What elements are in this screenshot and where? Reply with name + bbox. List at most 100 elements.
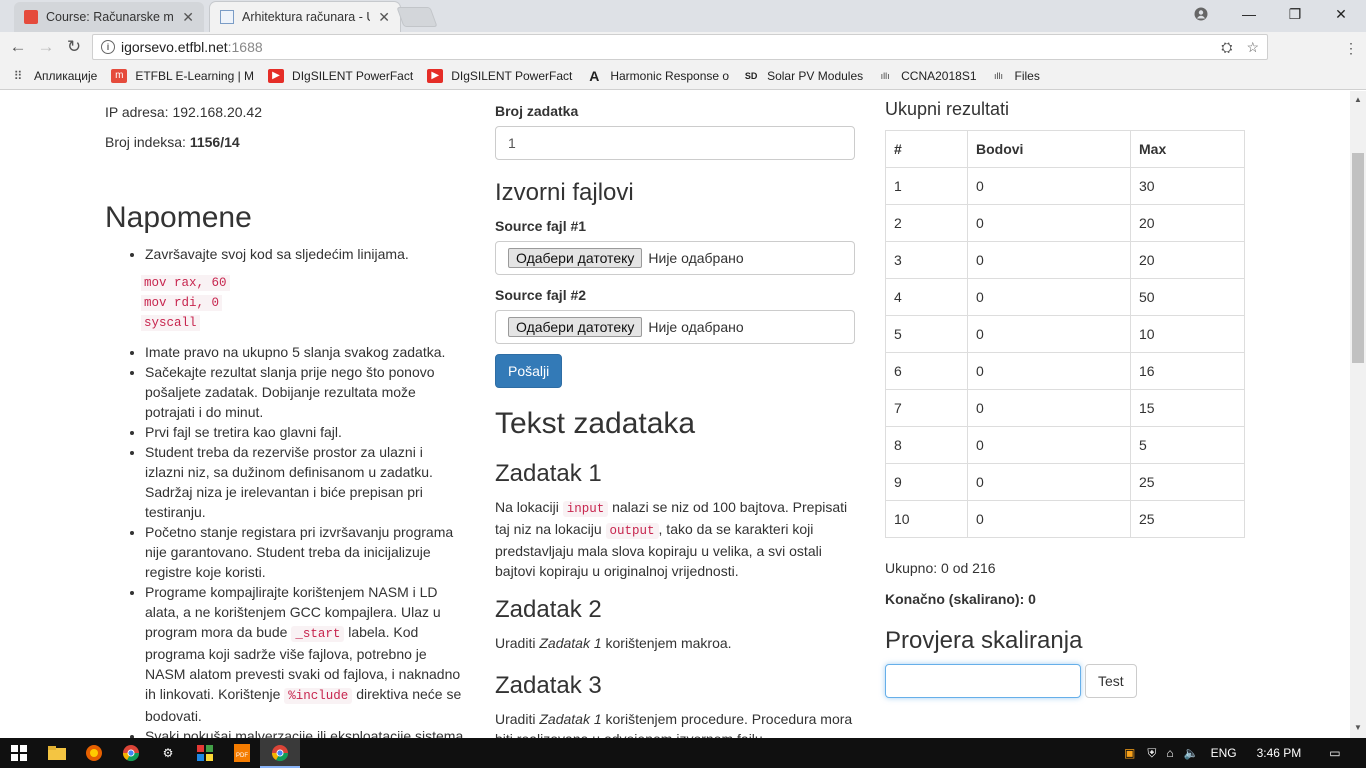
source-file-1-label: Source fajl #1 bbox=[495, 218, 587, 234]
task-text: korištenjem makroa. bbox=[601, 635, 732, 651]
reload-icon[interactable]: ↻ bbox=[60, 33, 88, 61]
table-cell: 0 bbox=[967, 204, 1131, 242]
source-files-title: Izvorni fajlovi bbox=[495, 179, 634, 206]
bookmark-label: CCNA2018S1 bbox=[901, 68, 977, 83]
youtube-icon: ▶ bbox=[268, 68, 285, 83]
bookmark-ccna[interactable]: ıllı CCNA2018S1 bbox=[877, 68, 977, 83]
task-number-input[interactable]: 1 bbox=[495, 126, 855, 160]
table-cell: 10 bbox=[1130, 315, 1245, 353]
address-bar[interactable]: i igorsevo.etfbl.net:1688 ⛭ ☆ bbox=[92, 34, 1268, 60]
windows-taskbar: ⚙ PDF ▣ ⛨ ⌂ 🔈 ENG 3:46 PM ▭ bbox=[0, 738, 1366, 768]
notification-app-icon[interactable]: ▣ bbox=[1124, 746, 1135, 760]
test-button[interactable]: Test bbox=[1085, 664, 1137, 698]
new-tab-button[interactable] bbox=[396, 7, 438, 27]
menu-icon[interactable]: ⋮ bbox=[1344, 40, 1358, 57]
maximize-icon[interactable]: ❐ bbox=[1272, 0, 1318, 28]
pdf-icon[interactable]: PDF bbox=[232, 743, 252, 763]
table-cell: 2 bbox=[885, 204, 968, 242]
table-cell: 25 bbox=[1130, 463, 1245, 501]
table-cell: 20 bbox=[1130, 241, 1245, 279]
info-icon[interactable]: i bbox=[101, 40, 115, 54]
bookmark-etfbl[interactable]: m ETFBL E-Learning | M bbox=[111, 68, 255, 83]
submit-button[interactable]: Pošalji bbox=[495, 354, 563, 388]
svg-text:PDF: PDF bbox=[236, 753, 248, 759]
bookmark-solar[interactable]: SD Solar PV Modules bbox=[743, 69, 863, 83]
chrome-active-icon[interactable] bbox=[270, 743, 290, 763]
code-line: mov rax, 60 bbox=[141, 275, 230, 291]
table-row: 10 0 25 bbox=[885, 500, 1245, 538]
task-number-value: 1 bbox=[508, 135, 516, 151]
table-row: 5 0 10 bbox=[885, 315, 1245, 353]
chrome-icon[interactable] bbox=[121, 743, 141, 763]
notes-title: Napomene bbox=[105, 201, 252, 234]
task-1-text: Na lokaciji input nalazi se niz od 100 b… bbox=[495, 497, 855, 581]
volume-icon[interactable]: 🔈 bbox=[1184, 746, 1199, 760]
bookmark-harmonic[interactable]: A Harmonic Response o bbox=[586, 68, 729, 84]
table-cell: 0 bbox=[967, 278, 1131, 316]
scroll-down-icon[interactable]: ▼ bbox=[1354, 723, 1362, 732]
network-icon[interactable]: ⌂ bbox=[1166, 746, 1173, 760]
clock[interactable]: 3:46 PM bbox=[1257, 746, 1302, 760]
scaling-input[interactable] bbox=[885, 664, 1081, 698]
table-cell: 0 bbox=[967, 426, 1131, 464]
firefox-icon[interactable] bbox=[84, 743, 104, 763]
office-icon[interactable] bbox=[195, 743, 215, 763]
source-file-2-input[interactable]: Одабери датотеку Није одабрано bbox=[495, 310, 855, 344]
tab-course[interactable]: Course: Računarske mrež ✕ bbox=[14, 2, 204, 32]
list-item: Student treba da rezerviše prostor za ul… bbox=[145, 442, 465, 522]
inline-code: _start bbox=[291, 626, 345, 642]
table-cell: 10 bbox=[885, 500, 968, 538]
bookmark-files[interactable]: ıllı Files bbox=[991, 69, 1040, 83]
choose-file-button[interactable]: Одабери датотеку bbox=[508, 317, 643, 337]
column-header: Bodovi bbox=[967, 130, 1131, 168]
windows-start-icon[interactable] bbox=[9, 743, 29, 763]
table-cell: 15 bbox=[1130, 389, 1245, 427]
apps-grid-icon: ⠿ bbox=[13, 68, 23, 83]
column-header: # bbox=[885, 130, 968, 168]
back-icon[interactable]: ← bbox=[4, 33, 32, 61]
bookmark-apps[interactable]: ⠿ Апликације bbox=[10, 68, 98, 83]
file-explorer-icon[interactable] bbox=[47, 743, 67, 763]
page-content: IP adresa: 192.168.20.42 Broj indeksa: 1… bbox=[0, 91, 1350, 738]
translate-icon[interactable]: ⛭ bbox=[1221, 39, 1232, 56]
task-2-title: Zadatak 2 bbox=[495, 596, 602, 623]
tab-arhitektura[interactable]: Arhitektura računara - Up ✕ bbox=[210, 2, 400, 32]
table-cell: 0 bbox=[967, 352, 1131, 390]
table-row: 4 0 50 bbox=[885, 278, 1245, 316]
source-file-1-input[interactable]: Одабери датотеку Није одабрано bbox=[495, 241, 855, 275]
table-row: 805 bbox=[885, 426, 1245, 464]
student-index: Broj indeksa: 1156/14 bbox=[105, 134, 240, 150]
bookmark-digsilent-1[interactable]: ▶ DIgSILENT PowerFact bbox=[268, 68, 414, 83]
table-row: 1 0 30 bbox=[885, 167, 1245, 205]
scroll-up-icon[interactable]: ▲ bbox=[1354, 95, 1362, 104]
bookmark-digsilent-2[interactable]: ▶ DIgSILENT PowerFact bbox=[427, 68, 573, 83]
scroll-thumb[interactable] bbox=[1352, 153, 1364, 363]
choose-file-button[interactable]: Одабери датотеку bbox=[508, 248, 643, 268]
bookmark-label: DIgSILENT PowerFact bbox=[451, 68, 573, 83]
language-indicator[interactable]: ENG bbox=[1211, 746, 1237, 760]
bookmark-label: DIgSILENT PowerFact bbox=[292, 68, 414, 83]
moodle-icon: m bbox=[111, 68, 128, 83]
task-number-label: Broj zadatka bbox=[495, 103, 579, 119]
close-icon[interactable]: ✕ bbox=[378, 9, 390, 26]
list-item: Početno stanje registara pri izvršavanju… bbox=[145, 522, 465, 582]
app-icon[interactable]: ⚙ bbox=[158, 743, 178, 763]
bookmark-label: ETFBL E-Learning | M bbox=[135, 68, 255, 83]
page-scrollbar[interactable]: ▲ ▼ bbox=[1350, 91, 1366, 738]
youtube-icon: ▶ bbox=[427, 68, 444, 83]
action-center-icon[interactable]: ▭ bbox=[1329, 746, 1340, 760]
browser-toolbar: ← → ↻ i igorsevo.etfbl.net:1688 ⛭ ☆ ✓ O … bbox=[0, 32, 1366, 88]
profile-icon[interactable] bbox=[1178, 0, 1224, 28]
close-window-icon[interactable]: ✕ bbox=[1318, 0, 1364, 28]
minimize-icon[interactable]: — bbox=[1226, 0, 1272, 28]
security-icon[interactable]: ⛨ bbox=[1147, 746, 1156, 761]
forward-icon[interactable]: → bbox=[32, 33, 60, 61]
source-file-2-label: Source fajl #2 bbox=[495, 287, 587, 303]
task-3-title: Zadatak 3 bbox=[495, 672, 602, 699]
table-cell: 4 bbox=[885, 278, 968, 316]
bookmark-star-icon[interactable]: ☆ bbox=[1246, 39, 1259, 56]
ip-address: IP adresa: 192.168.20.42 bbox=[105, 104, 262, 120]
cisco-icon: ıllı bbox=[880, 70, 890, 81]
close-icon[interactable]: ✕ bbox=[182, 9, 194, 26]
url-port: :1688 bbox=[227, 39, 263, 55]
